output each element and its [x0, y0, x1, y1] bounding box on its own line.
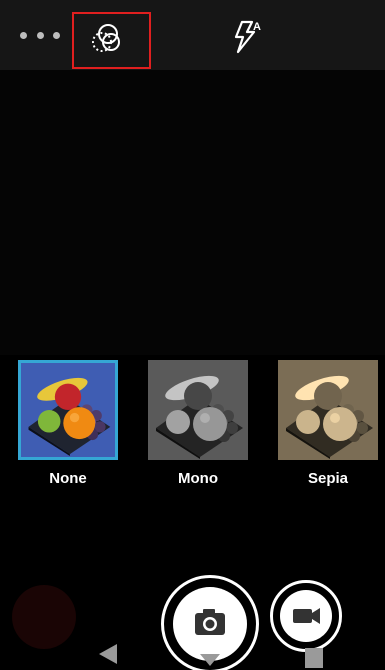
home-icon[interactable]	[200, 654, 220, 668]
filter-label: Mono	[178, 470, 218, 487]
filter-strip: None Mono Sepia	[0, 360, 385, 500]
camera-icon	[195, 609, 225, 635]
video-camera-icon	[293, 608, 320, 624]
filter-option-mono[interactable]: Mono	[148, 360, 248, 487]
back-triangle-icon[interactable]	[97, 642, 119, 666]
flash-auto-icon[interactable]: A	[226, 16, 266, 56]
filter-label: None	[49, 470, 87, 487]
filter-option-none[interactable]: None	[18, 360, 118, 487]
filter-thumbnail-mono[interactable]	[148, 360, 248, 460]
camera-screen: A None Mono Sepia	[0, 0, 385, 670]
more-horizontal-icon[interactable]	[20, 24, 60, 46]
top-bar: A	[0, 0, 385, 70]
filter-thumbnail-none[interactable]	[18, 360, 118, 460]
video-mode-button[interactable]	[270, 580, 342, 652]
svg-text:A: A	[253, 21, 261, 33]
filter-button-highlight	[72, 12, 151, 69]
filter-thumbnail-sepia[interactable]	[278, 360, 378, 460]
filter-option-sepia[interactable]: Sepia	[278, 360, 378, 487]
filter-label: Sepia	[307, 470, 349, 487]
recent-apps-icon[interactable]	[305, 648, 323, 668]
last-photo-thumbnail[interactable]	[12, 585, 76, 649]
viewfinder[interactable]	[0, 70, 385, 355]
